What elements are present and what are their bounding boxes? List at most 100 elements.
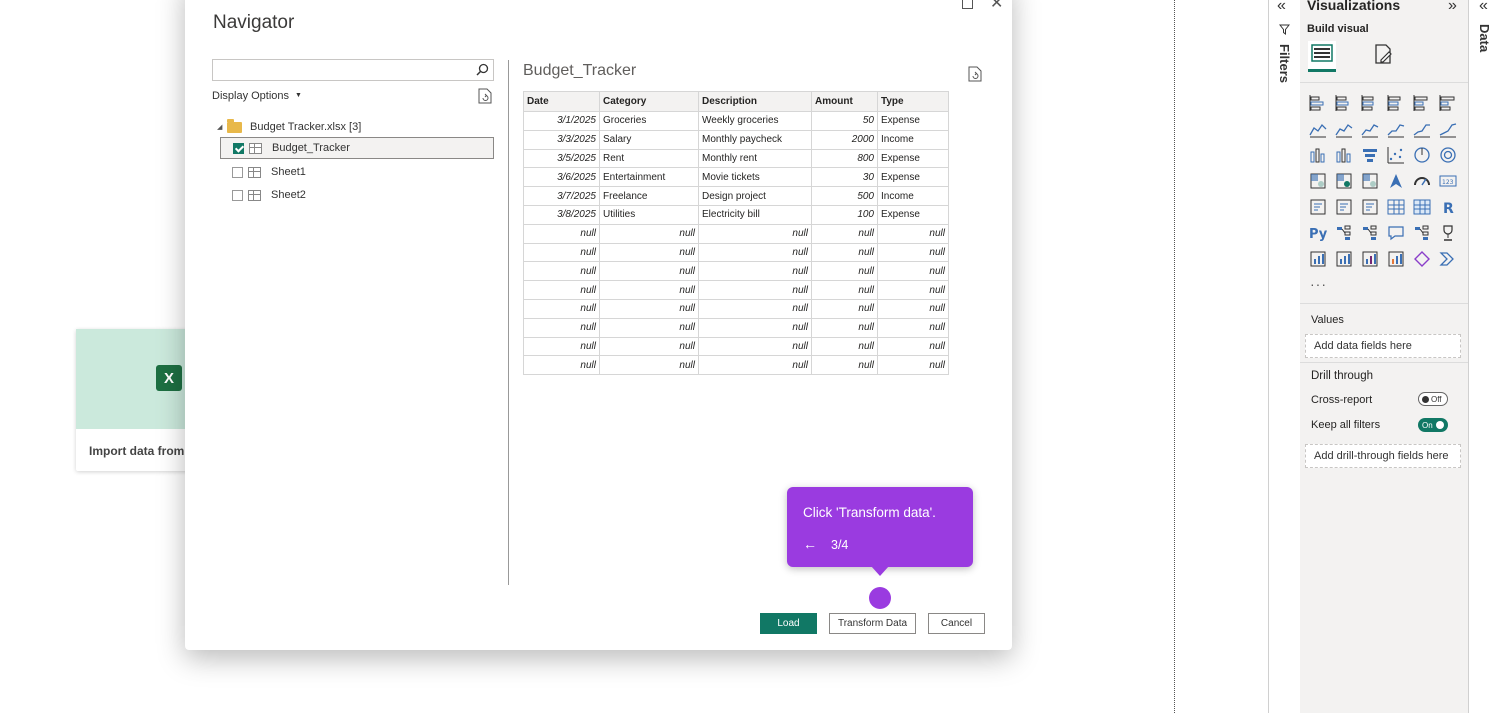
azure-map-icon[interactable]: [1385, 170, 1407, 192]
table-cell: Monthly rent: [698, 148, 812, 169]
values-well[interactable]: Add data fields here: [1305, 334, 1461, 358]
checkbox-sheet1[interactable]: [232, 166, 243, 178]
filled-map-icon[interactable]: [1359, 170, 1381, 192]
power-automate-icon[interactable]: [1385, 248, 1407, 270]
table-cell: Design project: [698, 186, 812, 206]
back-arrow-icon[interactable]: ←: [803, 536, 817, 552]
collapse-filters-icon[interactable]: «: [1277, 0, 1286, 15]
pie-chart-icon[interactable]: [1411, 144, 1433, 166]
hotspot-beacon[interactable]: [869, 587, 891, 609]
metrics-icon[interactable]: [1437, 222, 1459, 244]
tree-item-sheet2[interactable]: Sheet2: [220, 184, 306, 206]
format-visual-icon: [1373, 43, 1395, 70]
tutorial-tooltip: Click 'Transform data'. ← 3/4: [787, 487, 973, 576]
clustered-column-chart-icon[interactable]: [1385, 92, 1407, 114]
donut-chart-icon[interactable]: [1437, 144, 1459, 166]
tree-item-sheet1[interactable]: Sheet1: [220, 161, 306, 183]
data-pane-label[interactable]: Data: [1477, 24, 1492, 52]
smart-narrative-icon[interactable]: [1411, 222, 1433, 244]
maximize-icon[interactable]: [962, 0, 973, 9]
multi-row-card-icon[interactable]: [1307, 196, 1329, 218]
table-cell: null: [698, 280, 812, 300]
paginated-report-icon[interactable]: [1307, 248, 1329, 270]
tree-file-node[interactable]: ◢ Budget Tracker.xlsx [3]: [217, 116, 361, 138]
table-cell: null: [811, 298, 878, 319]
dialog-title: Navigator: [213, 12, 295, 33]
stacked-bar-chart-icon[interactable]: [1307, 92, 1329, 114]
close-icon[interactable]: ✕: [990, 0, 1003, 13]
card-icon[interactable]: 123: [1437, 170, 1459, 192]
treemap-icon[interactable]: [1307, 170, 1329, 192]
drill-through-well[interactable]: Add drill-through fields here: [1305, 444, 1461, 468]
gauge-icon[interactable]: [1411, 170, 1433, 192]
diamond-visual-icon[interactable]: [1411, 248, 1433, 270]
viz-separator: [1300, 362, 1468, 363]
tree-item-budget-tracker[interactable]: Budget_Tracker: [220, 137, 494, 159]
decomposition-tree-icon[interactable]: [1359, 222, 1381, 244]
filter-icon: [1278, 24, 1291, 38]
search-icon[interactable]: [476, 63, 489, 81]
scatter-chart-icon[interactable]: [1385, 144, 1407, 166]
funnel-chart-icon[interactable]: [1359, 144, 1381, 166]
build-visual-tab[interactable]: [1308, 41, 1336, 72]
search-box: [212, 59, 494, 81]
table-cell: null: [877, 355, 949, 376]
clustered-bar-chart-icon[interactable]: [1359, 92, 1381, 114]
keep-all-filters-toggle[interactable]: On: [1418, 418, 1448, 432]
100-stacked-area-chart-icon[interactable]: [1385, 118, 1407, 140]
checkbox-budget-tracker[interactable]: [233, 142, 244, 154]
slicer-icon[interactable]: [1359, 196, 1381, 218]
table-cell: Weekly groceries: [698, 111, 812, 131]
table-row: 3/1/2025 Groceries Weekly groceries 50 Expen…: [523, 111, 949, 131]
ribbon-chart-icon[interactable]: [1307, 144, 1329, 166]
table-cell: null: [599, 355, 699, 376]
pane-divider[interactable]: [508, 60, 509, 585]
line-chart-icon[interactable]: [1307, 118, 1329, 140]
r-visual-icon[interactable]: R: [1437, 196, 1459, 218]
table-cell: null: [599, 242, 699, 263]
kpi-icon[interactable]: [1333, 196, 1355, 218]
table-icon[interactable]: [1385, 196, 1407, 218]
cross-report-toggle[interactable]: Off: [1418, 392, 1448, 406]
key-influencers-icon[interactable]: [1333, 222, 1355, 244]
arcgis-map-icon[interactable]: [1333, 248, 1355, 270]
table-cell: null: [523, 336, 600, 357]
matrix-icon[interactable]: [1411, 196, 1433, 218]
table-row: 3/7/2025 Freelance Design project 500 Income: [523, 186, 949, 206]
load-button[interactable]: Load: [760, 613, 817, 634]
python-visual-icon[interactable]: Py: [1307, 222, 1329, 244]
format-visual-tab[interactable]: [1370, 43, 1398, 69]
excel-icon: X: [156, 365, 182, 391]
more-visuals-icon[interactable]: ···: [1310, 276, 1327, 292]
stacked-area-chart-icon[interactable]: [1359, 118, 1381, 140]
search-input[interactable]: [217, 61, 471, 81]
expand-arrow-icon[interactable]: ◢: [217, 123, 227, 131]
chevron-visual-icon[interactable]: [1437, 248, 1459, 270]
refresh-icon[interactable]: [478, 88, 492, 109]
table-cell: null: [811, 223, 878, 244]
line-stacked-column-chart-icon[interactable]: [1411, 118, 1433, 140]
stacked-column-chart-icon[interactable]: [1333, 92, 1355, 114]
waterfall-chart-icon[interactable]: [1333, 144, 1355, 166]
visual-type-gallery: 123 R Py: [1307, 92, 1463, 274]
collapse-data-icon[interactable]: «: [1479, 0, 1488, 15]
checkbox-sheet2[interactable]: [232, 189, 243, 201]
transform-data-button[interactable]: Transform Data: [829, 613, 916, 634]
table-cell: null: [877, 261, 949, 282]
display-options-label: Display Options: [212, 90, 290, 102]
folder-icon: [227, 118, 242, 133]
expand-visualizations-icon[interactable]: »: [1448, 0, 1457, 15]
chevron-down-icon: ▼: [295, 92, 302, 99]
display-options-dropdown[interactable]: Display Options ▼: [212, 90, 302, 102]
filters-pane-label[interactable]: Filters: [1277, 44, 1292, 83]
cancel-button[interactable]: Cancel: [928, 613, 985, 634]
100-stacked-column-chart-icon[interactable]: [1437, 92, 1459, 114]
100-stacked-bar-chart-icon[interactable]: [1411, 92, 1433, 114]
power-apps-icon[interactable]: [1359, 248, 1381, 270]
qa-icon[interactable]: [1385, 222, 1407, 244]
map-icon[interactable]: [1333, 170, 1355, 192]
line-clustered-column-chart-icon[interactable]: [1437, 118, 1459, 140]
area-chart-icon[interactable]: [1333, 118, 1355, 140]
table-cell: 2000: [811, 129, 878, 150]
refresh-preview-icon[interactable]: [968, 66, 982, 87]
